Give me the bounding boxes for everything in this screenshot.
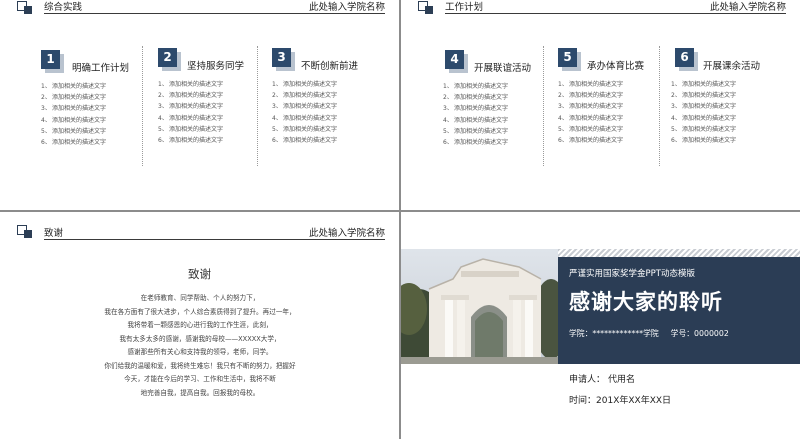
hatched-stripe — [558, 249, 800, 257]
list-item: 2、添加相关的描述文字 — [158, 92, 224, 100]
description-list: 1、添加相关的描述文字 2、添加相关的描述文字 3、添加相关的描述文字 4、添加… — [558, 79, 623, 146]
applicant-value: 代用名 — [608, 375, 636, 385]
acknowledgement-line: 感谢那些所有关心和支持我的领导，老师，同学。 — [127, 348, 273, 356]
list-item: 3、添加相关的描述文字 — [558, 103, 624, 111]
list-item: 3、添加相关的描述文字 — [443, 105, 509, 113]
acknowledgement-line: 在老师教育、同学帮助、个人的努力下， — [140, 294, 260, 302]
slide-title: 工作计划 — [445, 2, 484, 13]
header-divider — [44, 13, 385, 14]
list-item: 5、添加相关的描述文字 — [272, 125, 338, 133]
date-label: 时间： — [569, 396, 597, 406]
school-info: 学院：*************学院 学号：0000002 — [569, 328, 741, 339]
acknowledgement-line: 我在各方面有了很大进步，个人综合素质得到了提升。再过一年， — [104, 307, 296, 316]
list-item: 3、添加相关的描述文字 — [158, 103, 224, 111]
slide-title: 综合实践 — [44, 2, 83, 13]
header-divider — [445, 13, 786, 14]
list-item: 4、添加相关的描述文字 — [41, 116, 107, 124]
list-item: 2、添加相关的描述文字 — [41, 94, 107, 102]
list-item: 1、添加相关的描述文字 — [41, 83, 107, 90]
column-divider — [142, 46, 143, 166]
list-item: 5、添加相关的描述文字 — [443, 127, 509, 135]
list-item: 2、添加相关的描述文字 — [671, 92, 737, 100]
applicant-label: 申请人： — [569, 375, 606, 385]
list-item: 4、添加相关的描述文字 — [671, 114, 737, 122]
list-item: 3、添加相关的描述文字 — [41, 105, 107, 113]
list-item: 3、添加相关的描述文字 — [671, 103, 737, 111]
list-item: 3、添加相关的描述文字 — [272, 103, 338, 111]
acknowledgement-line: 地完善自我，提高自我。回报我的母校。 — [140, 388, 260, 397]
thank-you-title: 感谢大家的聆听 — [569, 290, 723, 314]
list-item: 5、添加相关的描述文字 — [41, 127, 107, 135]
column-title: 坚持服务同学 — [187, 61, 245, 72]
list-item: 6、添加相关的描述文字 — [272, 136, 338, 144]
description-list: 1、添加相关的描述文字 2、添加相关的描述文字 3、添加相关的描述文字 4、添加… — [443, 81, 508, 148]
applicant-row: 申请人： 代用名 — [569, 372, 635, 385]
slide-closing[interactable]: 严谨实用国家奖学金PPT动态模版 感谢大家的聆听 学院：************… — [401, 212, 800, 439]
list-item: 4、添加相关的描述文字 — [558, 114, 624, 122]
date-row: 时间：201X年XX年XX日 — [569, 393, 671, 406]
step-number-badge: 2 — [158, 48, 177, 67]
column-divider — [543, 46, 544, 166]
list-item: 4、添加相关的描述文字 — [272, 114, 338, 122]
list-item: 6、添加相关的描述文字 — [158, 136, 224, 144]
student-id-label: 学号：0000002 — [670, 329, 729, 338]
list-item: 1、添加相关的描述文字 — [443, 83, 509, 90]
college-name-placeholder: 此处输入学院名称 — [308, 228, 385, 239]
list-item: 2、添加相关的描述文字 — [558, 92, 624, 100]
list-item: 1、添加相关的描述文字 — [558, 81, 624, 88]
header-marker-fill-icon — [425, 6, 433, 14]
slide-title: 致谢 — [44, 228, 64, 239]
list-item: 5、添加相关的描述文字 — [558, 125, 624, 133]
description-list: 1、添加相关的描述文字 2、添加相关的描述文字 3、添加相关的描述文字 4、添加… — [41, 81, 106, 148]
list-item: 6、添加相关的描述文字 — [443, 138, 509, 146]
list-item: 6、添加相关的描述文字 — [671, 136, 737, 144]
description-list: 1、添加相关的描述文字 2、添加相关的描述文字 3、添加相关的描述文字 4、添加… — [158, 79, 223, 146]
list-item: 5、添加相关的描述文字 — [158, 125, 224, 133]
list-item: 1、添加相关的描述文字 — [158, 81, 224, 88]
column-divider — [659, 46, 660, 166]
list-item: 2、添加相关的描述文字 — [443, 94, 509, 102]
list-item: 2、添加相关的描述文字 — [272, 92, 338, 100]
acknowledgement-heading: 致谢 — [188, 267, 211, 281]
header-marker-fill-icon — [24, 6, 32, 14]
acknowledgement-line: 我有太多太多的感谢，感谢我的母校——XXXXX大学， — [119, 334, 281, 343]
college-name-placeholder: 此处输入学院名称 — [709, 2, 786, 13]
step-number-badge: 3 — [272, 48, 291, 67]
list-item: 1、添加相关的描述文字 — [671, 81, 737, 88]
template-subtitle: 严谨实用国家奖学金PPT动态模版 — [569, 269, 695, 279]
list-item: 6、添加相关的描述文字 — [558, 136, 624, 144]
slide-comprehensive-practice[interactable]: 综合实践 此处输入学院名称 1 明确工作计划 1、添加相关的描述文字 2、添加相… — [0, 0, 399, 210]
description-list: 1、添加相关的描述文字 2、添加相关的描述文字 3、添加相关的描述文字 4、添加… — [272, 79, 337, 146]
list-item: 4、添加相关的描述文字 — [158, 114, 224, 122]
description-list: 1、添加相关的描述文字 2、添加相关的描述文字 3、添加相关的描述文字 4、添加… — [671, 79, 736, 146]
column-title: 开展课余活动 — [703, 61, 761, 72]
campus-gate-illustration — [401, 249, 558, 364]
column-title: 不断创新前进 — [301, 61, 359, 72]
list-item: 5、添加相关的描述文字 — [671, 125, 737, 133]
campus-gate-photo — [401, 249, 558, 364]
acknowledgement-line: 我将带着一颗感恩的心进行我的工作生涯，此刻， — [127, 321, 273, 329]
list-item: 1、添加相关的描述文字 — [272, 81, 338, 88]
column-divider — [257, 46, 258, 166]
step-number-badge: 1 — [41, 50, 60, 69]
date-value: 201X年XX年XX日 — [596, 396, 672, 406]
acknowledgement-line: 今天，才能在今后的学习、工作和生活中，我将不断 — [124, 375, 276, 383]
acknowledgement-text: 在老师教育、同学帮助、个人的努力下， 我在各方面有了很大进步，个人综合素质得到了… — [60, 292, 340, 400]
header-marker-fill-icon — [24, 230, 32, 238]
acknowledgement-line: 你们给我的温暖和爱，我将终生难忘！我只有不断的努力，把握好 — [104, 361, 296, 370]
header-divider — [44, 239, 385, 240]
column-title: 开展联谊活动 — [474, 63, 532, 74]
step-number-badge: 5 — [558, 48, 577, 67]
column-title: 明确工作计划 — [72, 63, 130, 74]
slide-work-plan[interactable]: 工作计划 此处输入学院名称 4 开展联谊活动 1、添加相关的描述文字 2、添加相… — [401, 0, 800, 210]
step-number-badge: 6 — [675, 48, 694, 67]
step-number-badge: 4 — [445, 50, 464, 69]
list-item: 4、添加相关的描述文字 — [443, 116, 509, 124]
college-name-placeholder: 此处输入学院名称 — [308, 2, 385, 13]
school-label: 学院：*************学院 — [569, 329, 659, 338]
column-title: 承办体育比赛 — [587, 61, 645, 72]
slide-acknowledgements[interactable]: 致谢 此处输入学院名称 致谢 在老师教育、同学帮助、个人的努力下， 我在各方面有… — [0, 212, 399, 439]
list-item: 6、添加相关的描述文字 — [41, 138, 107, 146]
